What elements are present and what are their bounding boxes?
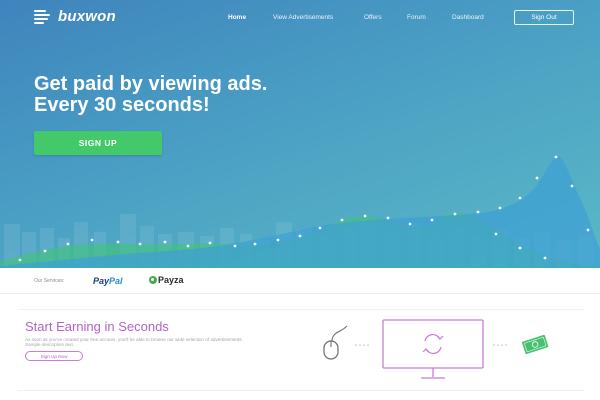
divider bbox=[18, 390, 584, 391]
nav-item-dashboard[interactable]: Dashboard bbox=[452, 14, 484, 21]
cash-icon bbox=[521, 334, 549, 355]
nav-item-view-advertisements[interactable]: View Advertisements bbox=[273, 14, 333, 21]
payza-leaf-icon bbox=[149, 276, 157, 284]
hero-headline-line1: Get paid by viewing ads. bbox=[34, 73, 268, 95]
sign-out-button[interactable]: Sign Out bbox=[514, 10, 574, 25]
earn-section: Start Earning in Seconds As soon as you'… bbox=[0, 295, 600, 400]
main-nav: Home View Advertisements Offers Forum Da… bbox=[0, 14, 600, 26]
payza-logo[interactable]: Payza bbox=[149, 275, 184, 285]
nav-item-home[interactable]: Home bbox=[228, 14, 246, 21]
hero-headline-line2: Every 30 seconds! bbox=[34, 94, 210, 116]
payza-logo-text: Payza bbox=[158, 275, 184, 285]
paypal-logo-pal: Pal bbox=[109, 276, 123, 286]
earn-title: Start Earning in Seconds bbox=[25, 319, 169, 334]
nav-item-offers[interactable]: Offers bbox=[364, 14, 382, 21]
dotted-connector bbox=[355, 344, 369, 346]
top-navigation-bar: buxwon Home View Advertisements Offers F… bbox=[0, 0, 600, 36]
services-strip: Our Services: PayPal Payza bbox=[0, 268, 600, 294]
hero-headline: Get paid by viewing ads. Every 30 second… bbox=[34, 74, 267, 116]
hero-section: buxwon Home View Advertisements Offers F… bbox=[0, 0, 600, 268]
paypal-logo[interactable]: PayPal bbox=[93, 276, 123, 286]
dotted-connector bbox=[493, 344, 507, 346]
paypal-logo-pay: Pay bbox=[93, 276, 110, 286]
nav-item-forum[interactable]: Forum bbox=[407, 14, 426, 21]
divider bbox=[18, 309, 584, 310]
mouse-icon bbox=[323, 325, 348, 360]
earn-description: As soon as you've created your free acco… bbox=[25, 337, 243, 348]
refresh-icon bbox=[422, 333, 444, 355]
services-label: Our Services: bbox=[34, 278, 65, 284]
hero-decorative-chart bbox=[0, 155, 600, 268]
monitor-icon bbox=[382, 319, 484, 379]
sign-up-now-button[interactable]: Sign Up Now bbox=[25, 351, 83, 361]
